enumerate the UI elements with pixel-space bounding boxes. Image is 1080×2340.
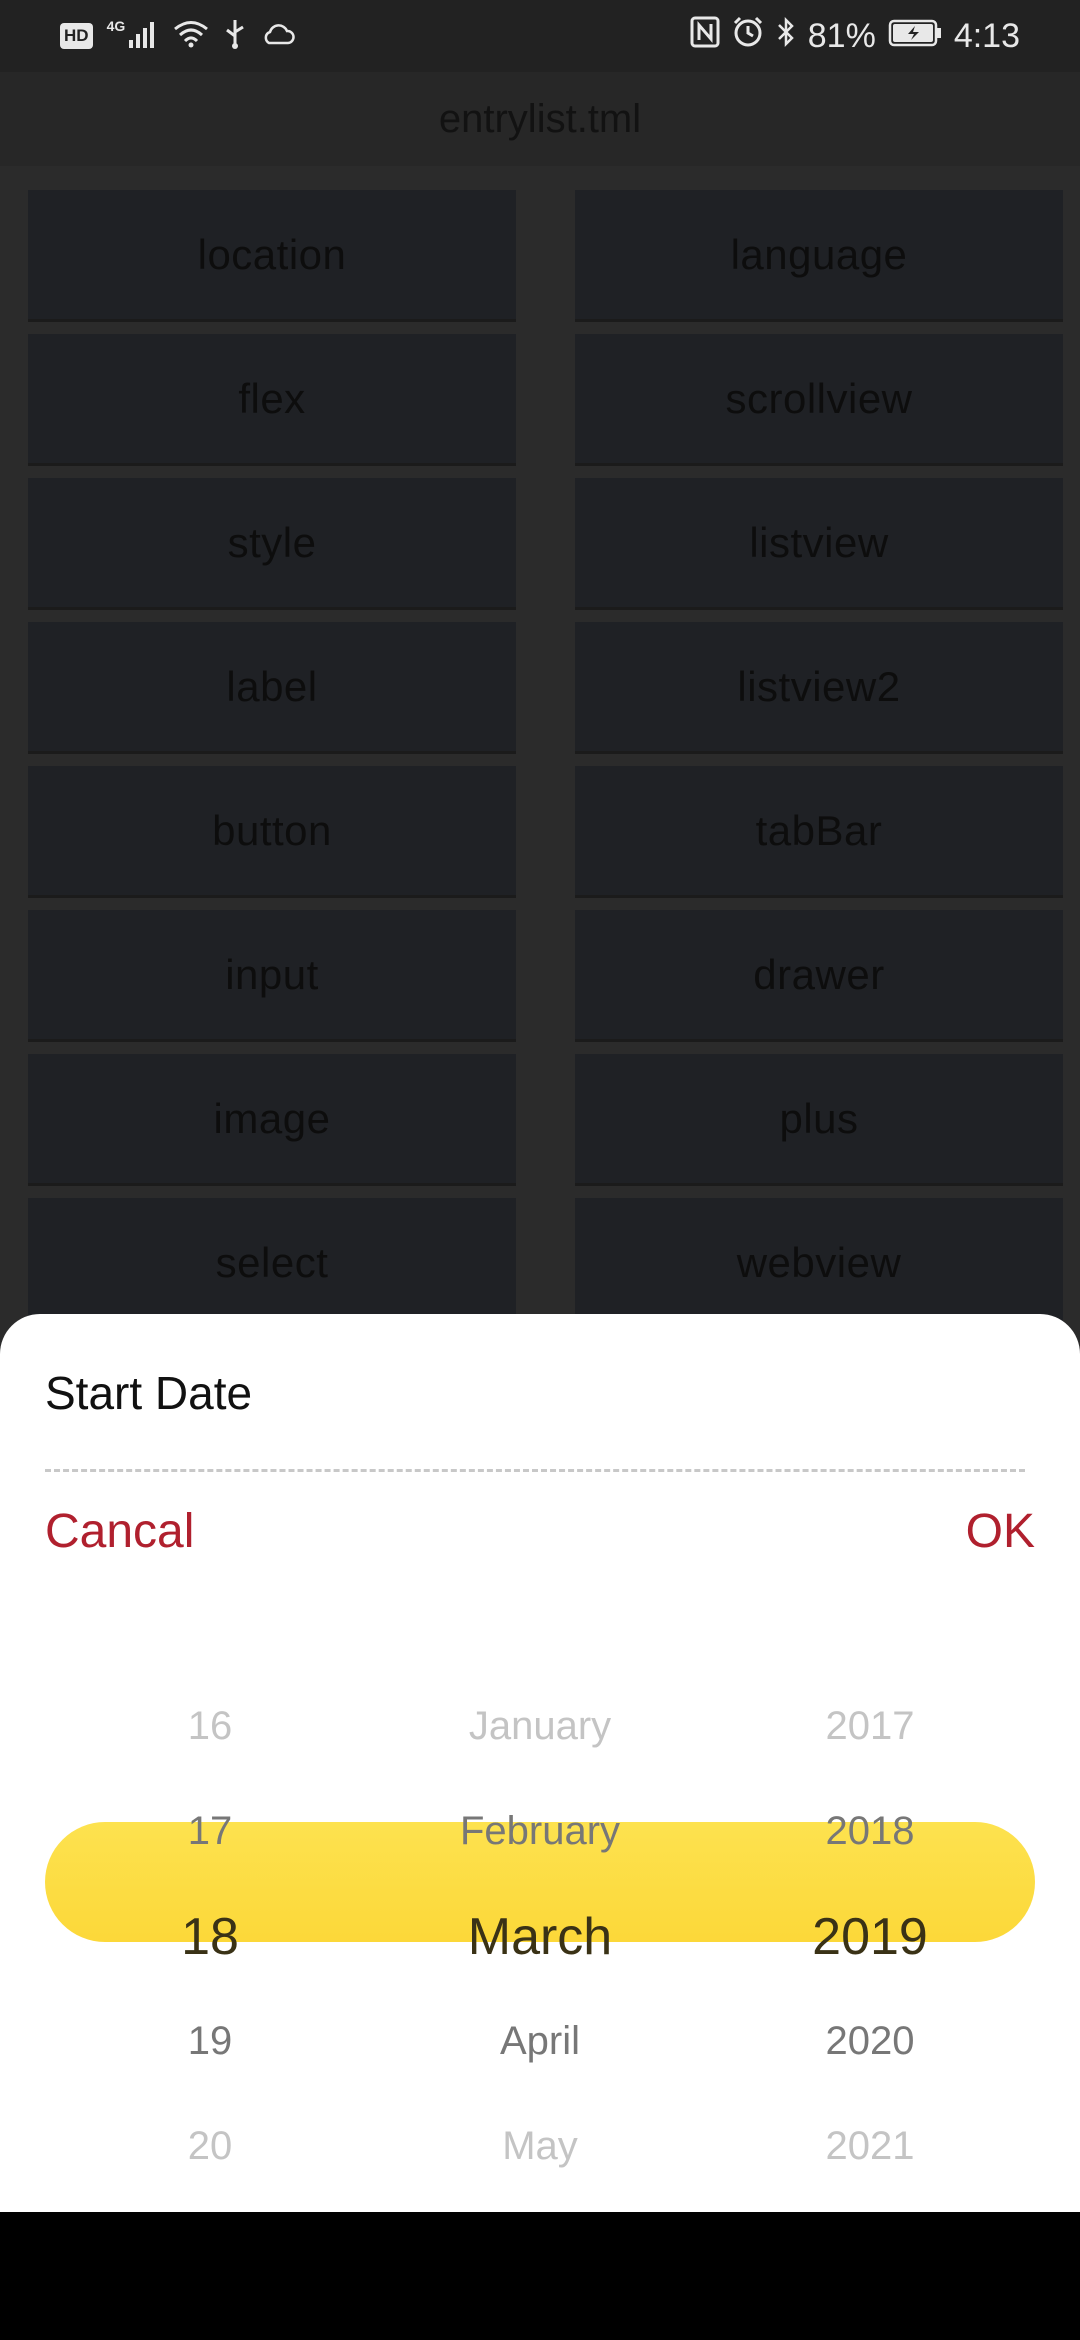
entry-button-listview2[interactable]: listview2 [575, 622, 1063, 754]
nfc-icon [690, 16, 720, 57]
navigation-bar [0, 2212, 1080, 2340]
month-option[interactable]: April [375, 1989, 705, 2094]
entry-button-flex[interactable]: flex [28, 334, 516, 466]
year-option[interactable]: 2017 [705, 1674, 1035, 1779]
status-bar: HD 4G 81% 4:13 [0, 0, 1080, 72]
month-option[interactable]: February [375, 1779, 705, 1884]
date-picker-sheet: Start Date Cancal OK 16 17 18 19 20 Janu… [0, 1314, 1080, 2212]
entry-button-scrollview[interactable]: scrollview [575, 334, 1063, 466]
entry-button-input[interactable]: input [28, 910, 516, 1042]
date-picker-title: Start Date [45, 1367, 253, 1419]
day-option-selected[interactable]: 18 [45, 1884, 375, 1989]
year-option-selected[interactable]: 2019 [705, 1884, 1035, 1989]
bluetooth-icon [776, 16, 796, 57]
entry-button-plus[interactable]: plus [575, 1054, 1063, 1186]
entry-button-drawer[interactable]: drawer [575, 910, 1063, 1042]
dashed-divider [45, 1469, 1025, 1472]
entry-button-button[interactable]: button [28, 766, 516, 898]
battery-percent: 81% [807, 16, 876, 55]
alarm-icon [732, 16, 764, 57]
clock-time: 4:13 [953, 16, 1020, 55]
entry-button-image[interactable]: image [28, 1054, 516, 1186]
year-option[interactable]: 2020 [705, 1989, 1035, 2094]
day-option[interactable]: 20 [45, 2094, 375, 2199]
page-title: entrylist.tml [0, 72, 1080, 166]
month-option[interactable]: May [375, 2094, 705, 2199]
month-option-selected[interactable]: March [375, 1884, 705, 1989]
usb-icon [223, 18, 247, 55]
day-wheel[interactable]: 16 17 18 19 20 [45, 1674, 375, 2199]
network-type: 4G [106, 18, 126, 34]
year-option[interactable]: 2021 [705, 2094, 1035, 2199]
month-wheel[interactable]: January February March April May [375, 1674, 705, 2199]
entry-button-location[interactable]: location [28, 190, 516, 322]
battery-icon [888, 17, 942, 56]
day-option[interactable]: 17 [45, 1779, 375, 1884]
year-wheel[interactable]: 2017 2018 2019 2020 2021 [705, 1674, 1035, 2199]
entry-button-webview[interactable]: webview [575, 1198, 1063, 1330]
entry-button-tabbar[interactable]: tabBar [575, 766, 1063, 898]
entry-button-select[interactable]: select [28, 1198, 516, 1330]
status-icons-right: 81% 4:13 [690, 14, 1020, 58]
month-option[interactable]: January [375, 1674, 705, 1779]
entry-button-label[interactable]: label [28, 622, 516, 754]
day-option[interactable]: 16 [45, 1674, 375, 1779]
status-icons-left: HD 4G [60, 18, 295, 54]
hd-badge: HD [60, 23, 93, 49]
ok-button[interactable]: OK [966, 1504, 1035, 1559]
cancel-button[interactable]: Cancal [45, 1504, 194, 1559]
entry-button-listview[interactable]: listview [575, 478, 1063, 610]
year-option[interactable]: 2018 [705, 1779, 1035, 1884]
app-screen: HD 4G 81% 4:13 entrylist.tml location la… [0, 0, 1080, 2212]
entry-button-language[interactable]: language [575, 190, 1063, 322]
entry-button-style[interactable]: style [28, 478, 516, 610]
day-option[interactable]: 19 [45, 1989, 375, 2094]
cloud-icon [261, 22, 295, 51]
wifi-icon [173, 20, 209, 53]
signal-icon [129, 20, 159, 53]
